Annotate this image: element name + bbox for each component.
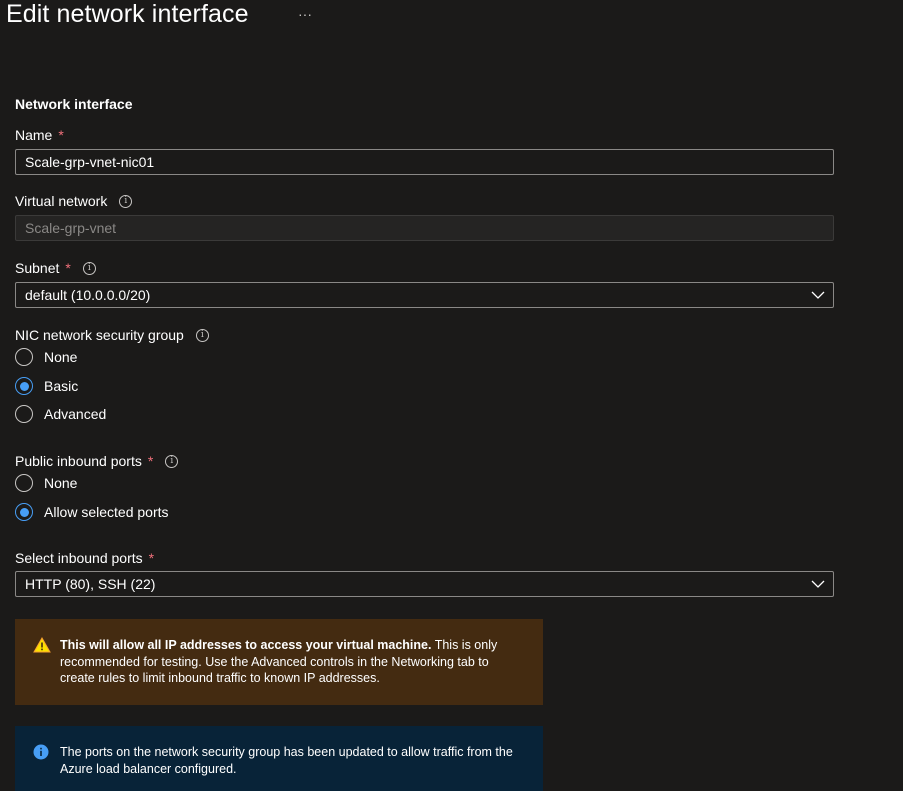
required-marker: * xyxy=(58,127,64,143)
radio-circle[interactable] xyxy=(15,348,33,366)
nsg-label: NIC network security group i xyxy=(15,327,209,343)
info-icon[interactable]: i xyxy=(119,194,133,208)
radio-circle[interactable] xyxy=(15,405,33,423)
inbound-ports-dropdown[interactable]: HTTP (80), SSH (22) xyxy=(15,571,834,597)
info-banner: The ports on the network security group … xyxy=(15,726,543,791)
warning-icon xyxy=(33,637,51,653)
info-icon[interactable]: i xyxy=(195,328,209,342)
subnet-label: Subnet * i xyxy=(15,260,96,276)
public-ports-option-allow[interactable]: Allow selected ports xyxy=(15,503,169,521)
nsg-option-advanced[interactable]: Advanced xyxy=(15,405,106,423)
chevron-down-icon xyxy=(811,580,825,588)
name-label: Name * xyxy=(15,127,64,143)
info-text: The ports on the network security group … xyxy=(60,745,513,776)
nsg-option-none[interactable]: None xyxy=(15,348,77,366)
nsg-option-basic[interactable]: Basic xyxy=(15,377,78,395)
more-options-icon[interactable]: ··· xyxy=(298,6,312,22)
required-marker: * xyxy=(148,550,155,566)
info-circle-icon xyxy=(33,744,49,760)
warning-bold-text: This will allow all IP addresses to acce… xyxy=(60,638,432,652)
chevron-down-icon xyxy=(811,291,825,299)
required-marker: * xyxy=(65,260,71,276)
virtual-network-input: Scale-grp-vnet xyxy=(15,215,834,241)
page-title: Edit network interface xyxy=(6,0,249,28)
section-title: Network interface xyxy=(15,96,133,112)
subnet-dropdown[interactable]: default (10.0.0.0/20) xyxy=(15,282,834,308)
public-ports-option-none[interactable]: None xyxy=(15,474,77,492)
warning-banner: This will allow all IP addresses to acce… xyxy=(15,619,543,705)
info-icon[interactable]: i xyxy=(165,454,179,468)
virtual-network-label: Virtual network i xyxy=(15,193,133,209)
public-inbound-ports-label: Public inbound ports * i xyxy=(15,453,179,469)
required-marker: * xyxy=(147,453,154,469)
radio-circle-checked[interactable] xyxy=(15,503,33,521)
radio-circle[interactable] xyxy=(15,474,33,492)
name-input[interactable]: Scale-grp-vnet-nic01 xyxy=(15,149,834,175)
select-inbound-ports-label: Select inbound ports * xyxy=(15,550,155,566)
radio-circle-checked[interactable] xyxy=(15,377,33,395)
info-icon[interactable]: i xyxy=(82,261,96,275)
